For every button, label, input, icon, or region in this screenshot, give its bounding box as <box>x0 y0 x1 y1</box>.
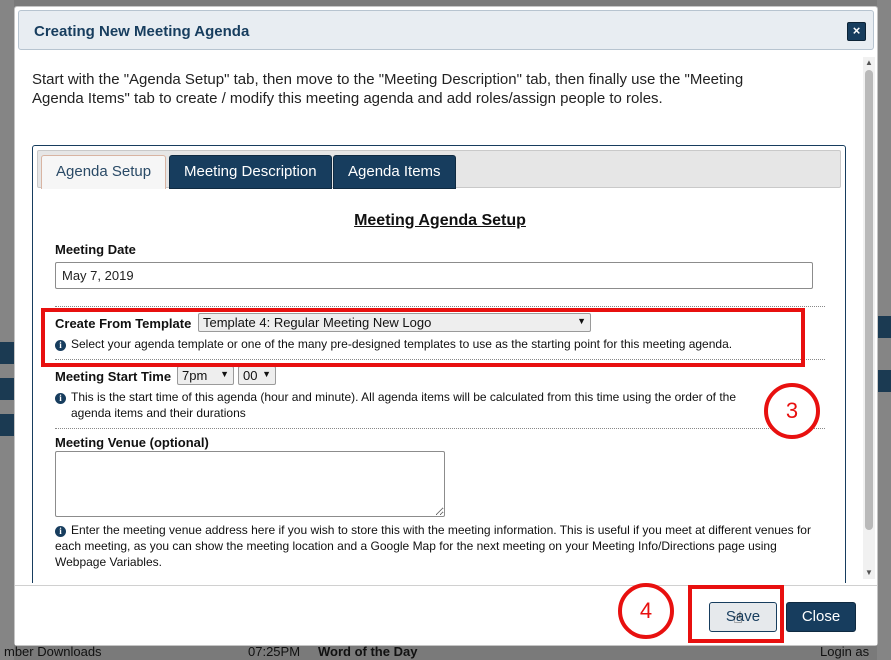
meeting-date-input[interactable] <box>55 262 813 289</box>
template-select-value: Template 4: Regular Meeting New Logo <box>203 315 432 330</box>
background-login-text: Login as <box>820 644 870 659</box>
background-time-text: 07:25PM <box>248 644 301 659</box>
save-button[interactable]: Save <box>709 602 777 632</box>
scroll-up-icon[interactable]: ▲ <box>865 58 873 67</box>
chevron-down-icon: ▼ <box>577 316 586 326</box>
background-right-strip <box>877 0 891 660</box>
scroll-down-icon[interactable]: ▼ <box>865 568 873 577</box>
dialog-content: Start with the "Agenda Setup" tab, then … <box>15 55 861 583</box>
start-hour-select[interactable]: 7pm ▼ <box>177 366 234 385</box>
background-downloads-text: mber Downloads <box>4 644 102 659</box>
template-hint: i Select your agenda template or one of t… <box>55 336 815 352</box>
divider <box>55 306 825 307</box>
chevron-down-icon: ▼ <box>262 369 271 379</box>
tab-bar: Agenda Setup Meeting Description Agenda … <box>37 150 841 189</box>
info-icon: i <box>55 526 66 537</box>
start-hour-value: 7pm <box>182 368 208 383</box>
divider <box>55 359 825 360</box>
divider <box>55 428 825 429</box>
venue-hint-text: Enter the meeting venue address here if … <box>55 523 811 569</box>
background-left-strip <box>0 0 14 660</box>
start-time-hint-line1: This is the start time of this agenda (h… <box>71 390 736 404</box>
tab-agenda-setup[interactable]: Agenda Setup <box>41 155 167 189</box>
start-minute-value: 00 <box>243 368 258 383</box>
template-hint-text: Select your agenda template or one of th… <box>71 337 733 351</box>
start-minute-select[interactable]: 00 ▼ <box>238 366 276 385</box>
tab-agenda-items[interactable]: Agenda Items <box>333 155 456 189</box>
close-icon[interactable]: × <box>847 22 866 41</box>
dialog-title: Creating New Meeting Agenda <box>34 23 250 40</box>
tab-meeting-description[interactable]: Meeting Description <box>169 155 332 189</box>
close-button[interactable]: Close <box>786 602 856 632</box>
intro-text: Start with the "Agenda Setup" tab, then … <box>32 71 744 107</box>
hand-cursor-icon: ☝ <box>733 610 743 627</box>
chevron-down-icon: ▼ <box>220 369 229 379</box>
start-time-hint: i This is the start time of this agenda (… <box>55 389 815 421</box>
section-title: Meeting Agenda Setup <box>354 212 526 229</box>
info-icon: i <box>55 340 66 351</box>
meeting-agenda-dialog: Creating New Meeting Agenda × Start with… <box>14 6 878 646</box>
template-label: Create From Template <box>55 316 192 331</box>
dialog-scrollbar[interactable]: ▲ ▼ <box>863 57 875 579</box>
venue-label: Meeting Venue (optional) <box>55 435 209 450</box>
meeting-date-label: Meeting Date <box>55 242 136 257</box>
background-title-text: Word of the Day <box>318 644 418 659</box>
start-time-label: Meeting Start Time <box>55 369 172 384</box>
info-icon: i <box>55 393 66 404</box>
venue-textarea[interactable] <box>55 451 445 517</box>
template-select[interactable]: Template 4: Regular Meeting New Logo ▼ <box>198 313 591 332</box>
dialog-titlebar: Creating New Meeting Agenda × <box>18 10 874 50</box>
start-time-hint-line2: agenda items and their durations <box>71 406 246 420</box>
scroll-thumb[interactable] <box>865 70 873 530</box>
venue-hint: i Enter the meeting venue address here if… <box>55 522 815 570</box>
dialog-footer: Save Close ☝ <box>15 585 877 645</box>
agenda-panel: Agenda Setup Meeting Description Agenda … <box>32 145 846 583</box>
